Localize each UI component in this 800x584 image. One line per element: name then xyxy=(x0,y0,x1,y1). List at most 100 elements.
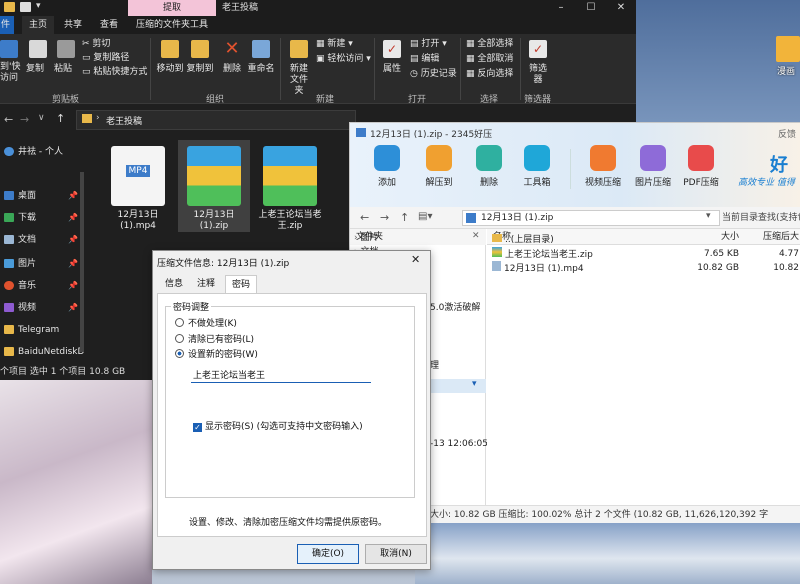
select-none-button[interactable]: ▦ 全部取消 xyxy=(466,54,513,65)
edit-button[interactable]: ▤ 编辑 xyxy=(410,54,439,65)
breadcrumb[interactable]: 老王投稿 xyxy=(106,114,142,127)
cancel-button[interactable]: 取消(N) xyxy=(365,544,427,564)
forward-icon[interactable]: → xyxy=(20,113,29,126)
pdf-compress-icon xyxy=(688,145,714,171)
file-item-zip-selected[interactable]: 12月13日 (1).zip xyxy=(178,140,250,232)
nav-item-baidunetdisk[interactable]: BaiduNetdiskD xyxy=(4,342,84,362)
tab-home[interactable]: 主页 xyxy=(22,16,54,34)
invert-selection-button[interactable]: ▦ 反向选择 xyxy=(466,69,513,80)
back-icon[interactable]: ← xyxy=(4,113,13,126)
radio-set-new-password[interactable]: 设置新的密码(W) xyxy=(175,348,258,362)
tree-item-partial[interactable]: 5.0激活破解 xyxy=(430,301,480,315)
copy-button[interactable]: 复制 xyxy=(26,40,50,75)
delete-button[interactable]: ✕ 删除 xyxy=(220,40,244,75)
column-packed-size[interactable]: 压缩后大 xyxy=(743,229,800,245)
tab-file-label[interactable]: 件 xyxy=(1,16,10,34)
nav-item-documents[interactable]: 文档 📌 xyxy=(4,230,78,250)
image-compress-button[interactable]: 图片压缩 xyxy=(632,145,674,188)
nav-item-downloads[interactable]: 下载 📌 xyxy=(4,208,78,228)
radio-no-change[interactable]: 不做处理(K) xyxy=(175,317,237,331)
properties-button[interactable]: ✓ 属性 xyxy=(380,40,404,75)
pin-quick-access-label[interactable]: 到'快 xyxy=(0,62,20,73)
view-toggle-icon[interactable]: ▤▾ xyxy=(418,211,432,222)
paste-shortcut-button[interactable]: ▭ 粘贴快捷方式 xyxy=(82,67,147,78)
extract-context-tab[interactable]: 提取 xyxy=(128,0,216,16)
haozip-search-input[interactable]: 当前目录查找(支持包 xyxy=(722,210,800,226)
ok-button[interactable]: 确定(O) xyxy=(297,544,359,564)
copy-path-button[interactable]: ▭ 复制路径 xyxy=(82,53,129,64)
new-folder-button[interactable]: 新建文件夹 xyxy=(286,40,312,97)
file-item-zip[interactable]: 上老王论坛当老王.zip xyxy=(254,140,326,232)
pin-icon[interactable]: 📌 xyxy=(68,254,78,274)
extract-to-button[interactable]: 解压到 xyxy=(418,145,460,188)
haozip-path-field[interactable]: 12月13日 (1).zip xyxy=(462,210,720,226)
new-password-input[interactable] xyxy=(191,367,371,383)
tab-compressed-tools[interactable]: 压缩的文件夹工具 xyxy=(136,16,208,34)
add-button[interactable]: 添加 xyxy=(366,145,408,188)
radio-clear-password[interactable]: 清除已有密码(L) xyxy=(175,333,254,347)
file-item-mp4[interactable]: MP4 12月13日 (1).mp4 xyxy=(102,140,174,232)
back-icon[interactable]: ← xyxy=(360,211,369,224)
pin-icon[interactable]: 📌 xyxy=(68,230,78,250)
nav-item-videos[interactable]: 视频 📌 xyxy=(4,298,78,318)
tree-dropdown-icon[interactable]: ▾ xyxy=(472,379,477,389)
up-icon[interactable]: ↑ xyxy=(400,211,409,224)
quick-access-dropdown-icon[interactable]: ▾ xyxy=(36,1,41,11)
pin-quick-access-button[interactable] xyxy=(0,40,18,58)
filter-button[interactable]: ✓ 筛选器 xyxy=(526,40,550,86)
pin-icon[interactable]: 📌 xyxy=(68,208,78,228)
nav-item-music[interactable]: 音乐 📌 xyxy=(4,276,78,296)
minimize-icon[interactable]: – xyxy=(546,0,576,16)
forward-icon[interactable]: → xyxy=(380,211,389,224)
paste-button[interactable]: 粘贴 xyxy=(54,40,78,75)
pin-icon xyxy=(0,40,18,58)
nav-item-onedrive[interactable]: 井祛 - 个人 xyxy=(4,142,63,162)
feedback-link[interactable]: 反馈 xyxy=(778,127,796,140)
column-size[interactable]: 大小 xyxy=(677,229,743,245)
easy-access-button[interactable]: ▣ 轻松访问 ▾ xyxy=(316,54,371,65)
pdf-compress-button[interactable]: PDF压缩 xyxy=(680,145,722,188)
rename-button[interactable]: 重命名 xyxy=(246,40,276,75)
tree-item-selected[interactable] xyxy=(430,379,486,393)
nav-scrollbar[interactable] xyxy=(80,172,84,352)
pin-icon[interactable]: 📌 xyxy=(68,276,78,296)
path-dropdown-icon[interactable]: ▾ xyxy=(706,211,711,221)
close-icon[interactable]: ✕ xyxy=(606,0,636,16)
nav-item-label: 音乐 xyxy=(18,281,37,291)
tab-info[interactable]: 信息 xyxy=(159,275,189,293)
maximize-icon[interactable]: ☐ xyxy=(576,0,606,16)
nav-item-desktop[interactable]: 桌面 📌 xyxy=(4,186,78,206)
tab-share[interactable]: 共享 xyxy=(64,16,82,34)
nav-item-pictures[interactable]: 图片 📌 xyxy=(4,254,78,274)
tab-view[interactable]: 查看 xyxy=(100,16,118,34)
tab-comment[interactable]: 注释 xyxy=(191,275,221,293)
open-button[interactable]: ▤ 打开 ▾ xyxy=(410,39,447,50)
close-icon[interactable]: ✕ xyxy=(411,253,420,266)
recent-dropdown-icon[interactable]: ∨ xyxy=(38,113,45,123)
history-button[interactable]: ◷ 历史记录 xyxy=(410,69,457,80)
nav-item-label: BaiduNetdiskD xyxy=(18,347,84,357)
cut-button[interactable]: ✂ 剪切 xyxy=(82,39,110,50)
quick-access-icon[interactable] xyxy=(20,2,31,12)
video-compress-button[interactable]: 视频压缩 xyxy=(582,145,624,188)
select-all-button[interactable]: ▦ 全部选择 xyxy=(466,39,513,50)
nav-item-telegram[interactable]: Telegram xyxy=(4,320,59,340)
tree-close-icon[interactable]: ✕ xyxy=(472,231,480,241)
tree-item-partial[interactable]: 理 xyxy=(430,359,439,373)
delete-button[interactable]: 删除 xyxy=(468,145,510,188)
list-row-parent[interactable]: ..(上层目录) xyxy=(492,233,554,247)
move-to-button[interactable]: 移动到 xyxy=(156,40,184,75)
pin-quick-access-label-2[interactable]: 访问 xyxy=(0,73,18,84)
list-row-zip[interactable]: 上老王论坛当老王.zip xyxy=(492,247,593,261)
up-icon[interactable]: ↑ xyxy=(56,112,65,125)
toolbox-button[interactable]: 工具箱 xyxy=(516,145,558,188)
copy-to-button[interactable]: 复制到 xyxy=(186,40,214,75)
pin-icon[interactable]: 📌 xyxy=(68,298,78,318)
new-item-button[interactable]: ▦ 新建 ▾ xyxy=(316,39,353,50)
pin-icon[interactable]: 📌 xyxy=(68,186,78,206)
tab-password[interactable]: 密码 xyxy=(225,275,258,293)
list-row-mp4[interactable]: 12月13日 (1).mp4 xyxy=(492,261,584,275)
tree-item-pictures[interactable]: › 图片 xyxy=(354,231,378,245)
desktop-folder-icon[interactable] xyxy=(776,36,800,62)
show-password-checkbox[interactable]: ✓ 显示密码(S) (勾选可支持中文密码输入) xyxy=(193,419,363,432)
